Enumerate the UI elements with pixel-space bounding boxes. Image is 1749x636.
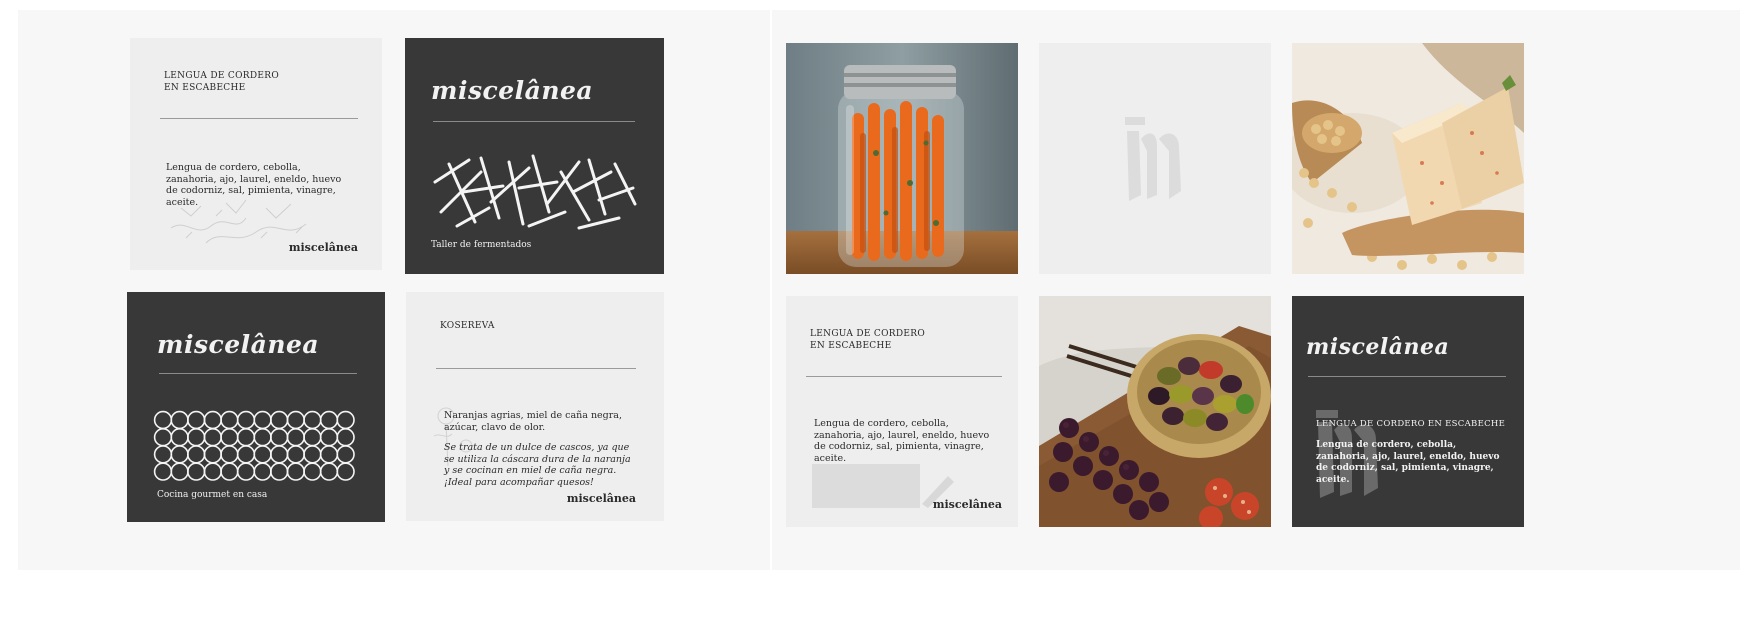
pattern-circle bbox=[303, 445, 322, 464]
card-caption: Taller de fermentados bbox=[431, 240, 532, 250]
recipe-card-kosereva: KOSEREVA Naranjas agrias, miel de caña n… bbox=[406, 292, 664, 521]
recipe-card-lengua-tag: LENGUA DE CORDERO EN ESCABECHE Lengua de… bbox=[786, 296, 1018, 527]
pattern-circle bbox=[336, 410, 355, 430]
photo-cheese-chickpeas bbox=[1292, 43, 1524, 274]
pattern-circle bbox=[203, 428, 223, 447]
pattern-circle bbox=[203, 445, 223, 464]
promo-card-cocina-gourmet: miscelânea Cocina gourmet en casa bbox=[127, 292, 385, 522]
pattern-circle bbox=[187, 410, 206, 430]
brand-logo: miscelânea bbox=[1306, 334, 1450, 360]
card-divider bbox=[433, 121, 635, 122]
card-description: Se trata de un dulce de cascos, ya que s… bbox=[444, 442, 631, 488]
pattern-circle bbox=[187, 462, 206, 481]
card-divider bbox=[1308, 376, 1506, 377]
pattern-circle bbox=[170, 410, 189, 430]
pattern-circle bbox=[203, 462, 223, 481]
tag-shape bbox=[812, 464, 920, 508]
pattern-circle bbox=[253, 410, 272, 430]
pattern-circle bbox=[269, 410, 289, 430]
card-title-line-1: LENGUA DE CORDERO bbox=[810, 329, 926, 339]
pattern-circle bbox=[170, 462, 189, 481]
pattern-circle bbox=[187, 445, 206, 464]
card-divider bbox=[159, 373, 357, 374]
pattern-circle bbox=[236, 428, 256, 447]
pattern-circle bbox=[336, 445, 355, 464]
pattern-circle bbox=[319, 462, 339, 481]
recipe-card-lengua: LENGUA DE CORDERO EN ESCABECHE Lengua de… bbox=[130, 38, 382, 270]
pattern-circle bbox=[319, 410, 339, 430]
pattern-circle bbox=[187, 428, 206, 447]
card-ingredients: Lengua de cordero, cebolla, zanahoria, a… bbox=[814, 418, 990, 464]
photo-pickled-carrots-jar bbox=[786, 43, 1018, 274]
m-monogram-icon bbox=[1125, 117, 1181, 201]
recipe-card-dark-lengua: miscelânea LENGUA DE CORDERO EN ESCABECH… bbox=[1292, 296, 1524, 527]
card-title-line-1: LENGUA DE CORDERO bbox=[164, 71, 280, 81]
brand-mini-logo: miscelânea bbox=[288, 241, 358, 254]
pattern-circle bbox=[153, 462, 173, 481]
card-ingredients: Lengua de cordero, cebolla, zanahoria, a… bbox=[1316, 440, 1500, 485]
pattern-circle bbox=[286, 445, 306, 464]
brand-mini-logo: miscelânea bbox=[932, 498, 1002, 511]
pattern-circle bbox=[153, 410, 173, 430]
photo-olives-grapes bbox=[1039, 296, 1271, 527]
brand-logo: miscelânea bbox=[157, 330, 320, 359]
card-title: KOSEREVA bbox=[440, 321, 495, 331]
pattern-circle bbox=[303, 428, 322, 447]
pattern-circle bbox=[236, 445, 256, 464]
pattern-circle bbox=[220, 462, 239, 481]
pattern-circle bbox=[153, 428, 173, 447]
pattern-circle bbox=[286, 410, 306, 430]
pattern-circle bbox=[253, 428, 272, 447]
brand-mini-logo: miscelânea bbox=[566, 492, 636, 505]
pattern-circle bbox=[220, 410, 239, 430]
pattern-circle bbox=[319, 428, 339, 447]
card-title-line-2: EN ESCABECHE bbox=[164, 83, 246, 93]
pattern-circle bbox=[236, 410, 256, 430]
pattern-circle bbox=[303, 410, 322, 430]
pattern-circle bbox=[303, 462, 322, 481]
pattern-circle bbox=[269, 445, 289, 464]
card-divider bbox=[160, 118, 358, 119]
pattern-circle bbox=[253, 462, 272, 481]
pattern-circle bbox=[220, 445, 239, 464]
pattern-circle bbox=[170, 445, 189, 464]
pattern-circle bbox=[336, 462, 355, 481]
pattern-circle bbox=[203, 410, 223, 430]
circles-pattern bbox=[153, 410, 355, 481]
card-divider bbox=[806, 376, 1002, 377]
brand-logo: miscelânea bbox=[431, 76, 594, 105]
pattern-circle bbox=[319, 445, 339, 464]
pattern-circle bbox=[236, 462, 256, 481]
brand-watermark-card bbox=[1039, 43, 1271, 274]
sticks-illustration bbox=[433, 154, 637, 230]
card-ingredients: Naranjas agrias, miel de caña negra, azú… bbox=[444, 410, 622, 433]
pattern-circle bbox=[269, 428, 289, 447]
card-title: LENGUA DE CORDERO EN ESCABECHE bbox=[1316, 419, 1506, 429]
pattern-circle bbox=[286, 462, 306, 481]
pattern-circle bbox=[253, 445, 272, 464]
pattern-circle bbox=[269, 462, 289, 481]
page: { "brand": { "name": "miscelânea" }, "le… bbox=[0, 0, 1749, 636]
card-title-line-2: EN ESCABECHE bbox=[810, 341, 892, 351]
promo-card-fermentados: miscelânea Taller de fermentados bbox=[405, 38, 664, 274]
pattern-circle bbox=[153, 445, 173, 464]
pattern-circle bbox=[286, 428, 306, 447]
pattern-circle bbox=[220, 428, 239, 447]
card-caption: Cocina gourmet en casa bbox=[157, 490, 268, 500]
pattern-circle bbox=[170, 428, 189, 447]
card-divider bbox=[436, 368, 636, 369]
pattern-circle bbox=[336, 428, 355, 447]
